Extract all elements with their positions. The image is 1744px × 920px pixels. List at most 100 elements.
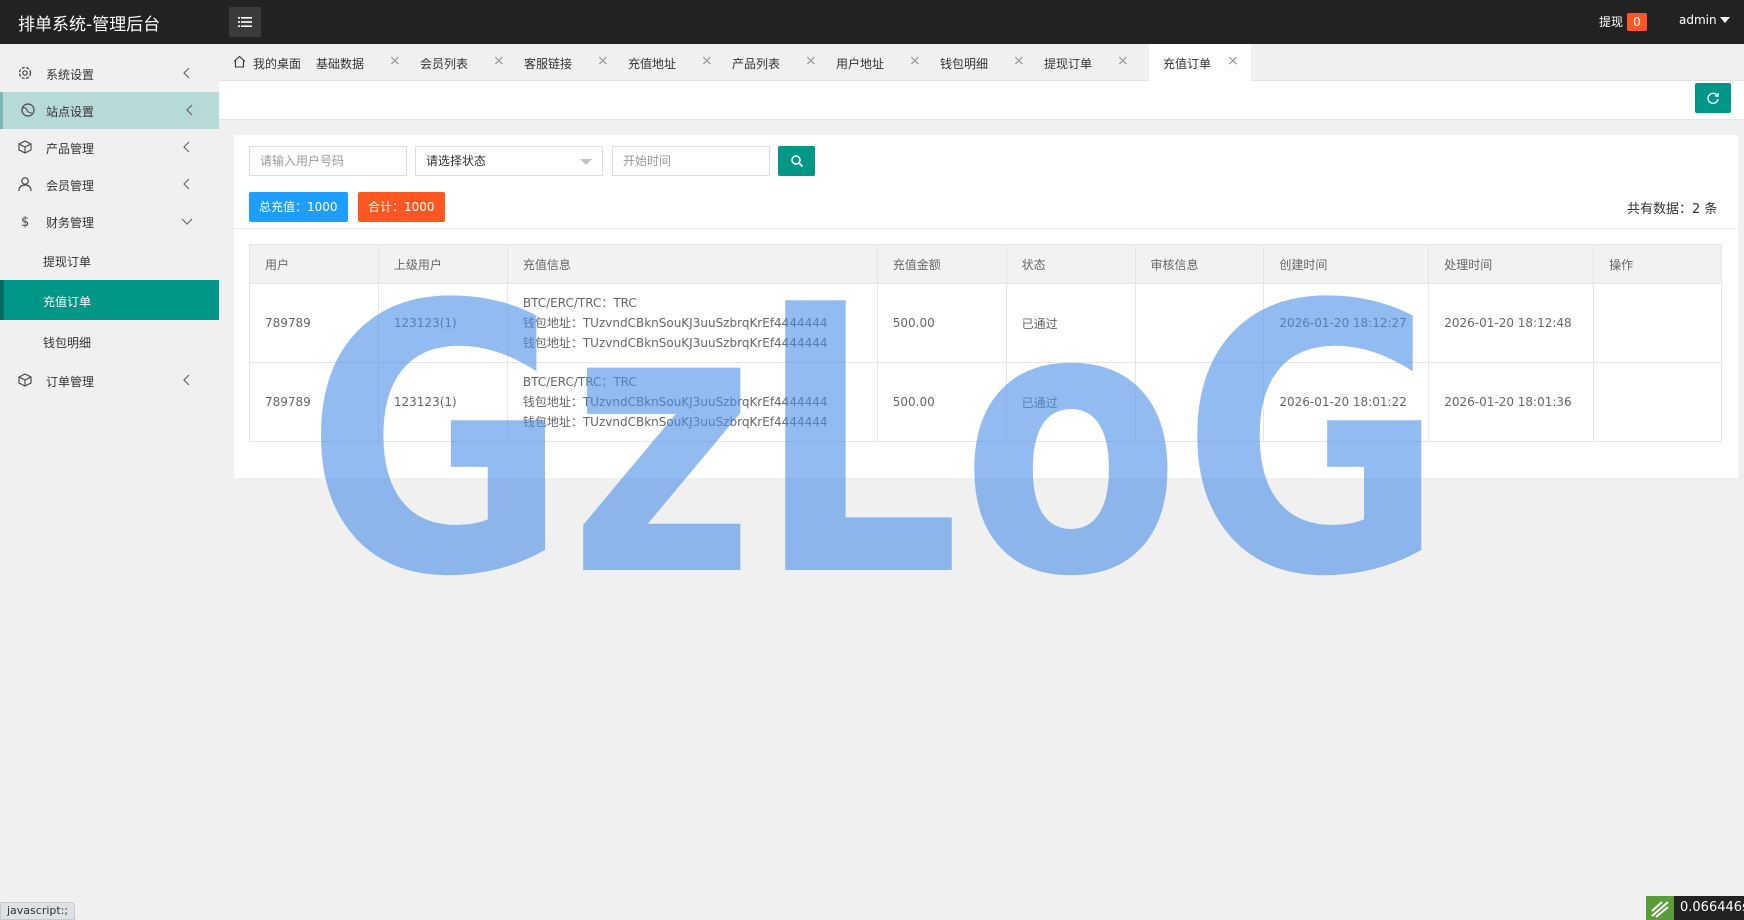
sidebar-subitem-wallet-details[interactable]: 钱包明细 bbox=[0, 321, 219, 361]
chevron-left-icon bbox=[183, 67, 190, 79]
refresh-icon bbox=[1707, 92, 1719, 104]
status-select[interactable]: 请选择状态 bbox=[415, 146, 603, 176]
close-icon[interactable]: × bbox=[1227, 54, 1239, 68]
cell-processed-time: 2026-01-20 18:01:36 bbox=[1428, 362, 1595, 442]
withdraw-count-badge: 0 bbox=[1627, 13, 1647, 31]
sidebar-subitem-withdraw-orders[interactable]: 提现订单 bbox=[0, 240, 219, 280]
chevron-left-icon bbox=[183, 141, 190, 153]
tab-label: 客服链接 bbox=[524, 57, 573, 71]
column-header: 处理时间 bbox=[1428, 244, 1595, 284]
leaf-icon bbox=[1651, 901, 1669, 918]
tab-basic-data[interactable]: 基础数据 × bbox=[304, 44, 408, 81]
caret-down-icon bbox=[580, 159, 592, 165]
wallet-address: 钱包地址：TUzvndCBknSouKJ3uuSzbrqKrEf4444444 bbox=[522, 336, 828, 350]
withdraw-link[interactable]: 提现 bbox=[1599, 13, 1623, 30]
sidebar-item-products[interactable]: 产品管理 bbox=[0, 129, 219, 166]
sidebar-subitem-label: 钱包明细 bbox=[43, 336, 92, 350]
close-icon[interactable]: × bbox=[1013, 54, 1025, 68]
user-icon bbox=[18, 177, 32, 192]
sidebar-item-orders[interactable]: 订单管理 bbox=[0, 362, 219, 399]
box-icon bbox=[18, 140, 32, 154]
sidebar-item-label: 系统设置 bbox=[46, 68, 95, 82]
chevron-left-icon bbox=[183, 374, 190, 386]
close-icon[interactable]: × bbox=[805, 54, 817, 68]
home-icon bbox=[233, 55, 246, 68]
hamburger-icon bbox=[238, 17, 252, 27]
column-header: 充值信息 bbox=[506, 244, 878, 284]
sidebar-item-system-settings[interactable]: 系统设置 bbox=[0, 55, 219, 92]
chevron-left-icon bbox=[183, 178, 190, 190]
recharge-network: BTC/ERC/TRC：TRC bbox=[522, 296, 637, 310]
sidebar-item-label: 站点设置 bbox=[46, 105, 95, 119]
tab-label: 基础数据 bbox=[316, 57, 365, 71]
user-number-input[interactable]: 请输入用户号码 bbox=[249, 146, 407, 176]
debug-time-readout[interactable]: 0.066446s bbox=[1674, 896, 1744, 920]
close-icon[interactable]: × bbox=[597, 54, 609, 68]
tab-support-links[interactable]: 客服链接 × bbox=[512, 44, 616, 81]
wallet-address: 钱包地址：TUzvndCBknSouKJ3uuSzbrqKrEf4444444 bbox=[522, 316, 828, 330]
sidebar-subitem-recharge-orders[interactable]: 充值订单 bbox=[0, 280, 219, 320]
close-icon[interactable]: × bbox=[389, 54, 401, 68]
tab-user-address[interactable]: 用户地址 × bbox=[824, 44, 928, 81]
chevron-left-icon bbox=[186, 104, 193, 116]
refresh-button[interactable] bbox=[1695, 83, 1731, 113]
tab-member-list[interactable]: 会员列表 × bbox=[408, 44, 512, 81]
debug-toolbar-icon[interactable] bbox=[1646, 896, 1674, 920]
brand-title: 排单系统-管理后台 bbox=[18, 15, 161, 35]
tab-bar: 我的桌面 基础数据 × 会员列表 × 客服链接 × 充值地址 × 产品列表 × … bbox=[219, 44, 1744, 81]
tab-desktop[interactable]: 我的桌面 bbox=[219, 44, 304, 81]
caret-down-icon bbox=[1720, 17, 1730, 23]
start-time-input[interactable]: 开始时间 bbox=[612, 146, 770, 176]
tab-label: 提现订单 bbox=[1044, 57, 1093, 71]
cell-recharge-info: BTC/ERC/TRC：TRC 钱包地址：TUzvndCBknSouKJ3uuS… bbox=[506, 362, 878, 442]
search-button[interactable] bbox=[778, 146, 815, 176]
tab-label: 用户地址 bbox=[836, 57, 885, 71]
content-toolbar bbox=[219, 81, 1744, 120]
sidebar: 系统设置 站点设置 产品管理 会员管理 $ 财务管理 提现订单 充值订单 钱包明… bbox=[0, 44, 219, 920]
cell-parent-user: 123123(1) bbox=[377, 362, 508, 442]
table-row: 789789 123123(1) BTC/ERC/TRC：TRC 钱包地址：TU… bbox=[249, 283, 1722, 363]
wallet-address: 钱包地址：TUzvndCBknSouKJ3uuSzbrqKrEf4444444 bbox=[522, 415, 828, 429]
admin-user-menu[interactable]: admin bbox=[1679, 13, 1717, 27]
tab-label: 我的桌面 bbox=[253, 57, 302, 71]
tab-withdraw-orders[interactable]: 提现订单 × bbox=[1032, 44, 1136, 81]
cell-status: 已通过 bbox=[1005, 283, 1136, 363]
cell-review-info bbox=[1134, 362, 1265, 442]
tab-recharge-address[interactable]: 充值地址 × bbox=[616, 44, 720, 81]
cell-amount: 500.00 bbox=[876, 362, 1007, 442]
cell-actions bbox=[1593, 283, 1722, 363]
cell-created-time: 2026-01-20 18:01:22 bbox=[1263, 362, 1430, 442]
close-icon[interactable]: × bbox=[493, 54, 505, 68]
dollar-icon: $ bbox=[21, 215, 29, 229]
column-header: 上级用户 bbox=[377, 244, 508, 284]
gear-icon bbox=[18, 66, 32, 80]
cell-recharge-info: BTC/ERC/TRC：TRC 钱包地址：TUzvndCBknSouKJ3uuS… bbox=[506, 283, 878, 363]
status-link-preview: javascript:; bbox=[0, 902, 76, 920]
sidebar-item-label: 产品管理 bbox=[46, 142, 95, 156]
close-icon[interactable]: × bbox=[909, 54, 921, 68]
column-header: 审核信息 bbox=[1134, 244, 1265, 284]
table-row: 789789 123123(1) BTC/ERC/TRC：TRC 钱包地址：TU… bbox=[249, 362, 1722, 442]
sidebar-subitem-label: 提现订单 bbox=[43, 255, 92, 269]
wallet-address: 钱包地址：TUzvndCBknSouKJ3uuSzbrqKrEf4444444 bbox=[522, 395, 828, 409]
sidebar-item-members[interactable]: 会员管理 bbox=[0, 166, 219, 203]
tab-label: 会员列表 bbox=[420, 57, 469, 71]
tab-wallet-details[interactable]: 钱包明细 × bbox=[928, 44, 1032, 81]
close-icon[interactable]: × bbox=[701, 54, 713, 68]
column-header: 状态 bbox=[1005, 244, 1136, 284]
sidebar-subitem-label: 充值订单 bbox=[43, 295, 92, 309]
cell-user: 789789 bbox=[249, 362, 379, 442]
globe-icon bbox=[21, 103, 35, 117]
sidebar-item-site-settings[interactable]: 站点设置 bbox=[0, 92, 219, 129]
sum-badge: 合计：1000 bbox=[358, 192, 445, 222]
cell-amount: 500.00 bbox=[876, 283, 1007, 363]
tab-recharge-orders[interactable]: 充值订单 × bbox=[1149, 44, 1251, 81]
recharge-orders-table: 用户 上级用户 充值信息 充值金额 状态 审核信息 创建时间 处理时间 操作 7… bbox=[249, 244, 1722, 442]
tab-product-list[interactable]: 产品列表 × bbox=[720, 44, 824, 81]
sidebar-item-finance[interactable]: $ 财务管理 bbox=[0, 203, 219, 240]
column-header: 充值金额 bbox=[876, 244, 1007, 284]
column-header: 创建时间 bbox=[1263, 244, 1430, 284]
column-header: 操作 bbox=[1593, 244, 1722, 284]
close-icon[interactable]: × bbox=[1117, 54, 1129, 68]
menu-toggle-button[interactable] bbox=[229, 7, 261, 37]
